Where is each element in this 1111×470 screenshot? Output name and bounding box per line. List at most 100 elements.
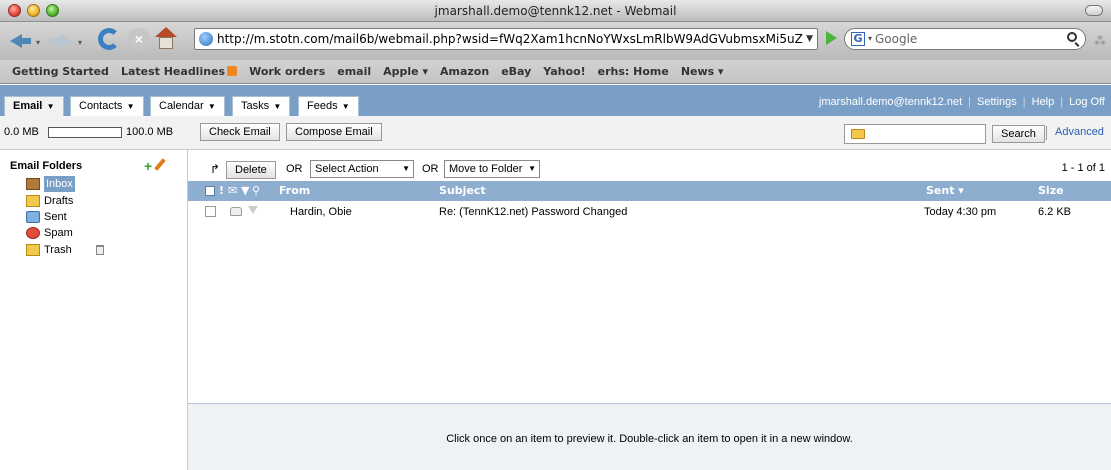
back-button[interactable] [10, 29, 34, 51]
preview-hint: Click once on an item to preview it. Dou… [446, 433, 853, 445]
add-folder-icon[interactable]: + [144, 158, 152, 174]
tab-email[interactable]: Email ▼ [4, 96, 64, 116]
bookmark-latest-headlines[interactable]: Latest Headlines [121, 65, 238, 78]
help-link[interactable]: Help [1032, 96, 1055, 108]
logoff-link[interactable]: Log Off [1069, 96, 1105, 108]
mail-search-input[interactable] [844, 124, 986, 144]
edit-folders-icon[interactable] [154, 158, 166, 171]
toolbar-toggle-button[interactable] [1085, 5, 1103, 16]
message-list-header: ! ✉ ▼ ⚲ From Subject Sent ▾ Size [188, 181, 1111, 201]
message-toolbar: ↱ Delete OR Select Action ▼ OR Move to Fo… [188, 150, 1111, 181]
status-column-icon[interactable]: ✉ [228, 184, 237, 197]
stop-icon[interactable]: × [128, 28, 150, 50]
window-titlebar: jmarshall.demo@tennk12.net - Webmail [0, 0, 1111, 22]
app-nav: Email ▼ Contacts ▼ Calendar ▼ Tasks ▼ Fe… [0, 85, 1111, 116]
forward-history-icon[interactable]: ▾ [78, 38, 82, 47]
chevron-down-icon: ▼ [402, 164, 410, 173]
flag-column-icon[interactable]: ▼ [241, 184, 249, 197]
drafts-folder-icon [26, 195, 40, 207]
bookmark-news[interactable]: News ▾ [681, 65, 724, 78]
url-history-icon[interactable]: ▼ [806, 29, 813, 49]
select-action-dropdown[interactable]: Select Action ▼ [310, 160, 414, 178]
back-history-icon[interactable]: ▾ [36, 38, 40, 47]
bookmark-yahoo[interactable]: Yahoo! [543, 65, 585, 78]
bookmark-getting-started[interactable]: Getting Started [12, 65, 109, 78]
move-to-folder-dropdown[interactable]: Move to Folder ▼ [444, 160, 540, 178]
browser-search-box[interactable]: G ▾ Google [844, 28, 1086, 50]
message-from: Hardin, Obie [290, 206, 352, 218]
reload-icon[interactable] [98, 28, 120, 50]
search-icon[interactable] [1067, 32, 1077, 42]
row-checkbox[interactable] [205, 206, 216, 217]
column-size[interactable]: Size [1038, 184, 1064, 197]
home-icon[interactable] [154, 27, 178, 51]
table-row[interactable]: Hardin, Obie Re: (TennK12.net) Password … [188, 203, 1111, 221]
window-title: jmarshall.demo@tennk12.net - Webmail [434, 4, 677, 18]
google-icon: G [851, 32, 865, 46]
activity-spinner-icon: ⁂ [1094, 34, 1106, 48]
search-placeholder: Google [875, 32, 918, 46]
select-arrow-icon: ↱ [210, 162, 221, 176]
rss-icon [227, 66, 238, 76]
flag-icon[interactable] [248, 206, 258, 214]
compose-email-button[interactable]: Compose Email [286, 123, 382, 141]
bookmark-erhs-home[interactable]: erhs: Home [598, 65, 669, 78]
message-subject: Re: (TennK12.net) Password Changed [439, 206, 628, 218]
preview-pane: Click once on an item to preview it. Dou… [188, 403, 1111, 470]
chevron-down-icon: ▼ [205, 102, 216, 111]
tab-tasks[interactable]: Tasks ▼ [232, 96, 291, 116]
url-text: http://m.stotn.com/mail6b/webmail.php?ws… [217, 32, 803, 46]
bookmark-email[interactable]: email [337, 65, 371, 78]
tab-contacts[interactable]: Contacts ▼ [70, 96, 144, 116]
folders-heading: Email Folders [10, 160, 83, 172]
attachment-column-icon[interactable]: ⚲ [252, 184, 260, 197]
site-icon [199, 32, 213, 46]
chevron-down-icon: ▼ [44, 102, 55, 111]
quota-progress-bar [48, 127, 122, 138]
spam-icon [26, 227, 40, 239]
empty-trash-icon[interactable] [96, 245, 104, 255]
sent-icon [26, 211, 40, 223]
browser-toolbar: ▾ ▾ × http://m.stotn.com/mail6b/webmail.… [0, 22, 1111, 60]
search-button[interactable]: Search [992, 125, 1045, 143]
chevron-down-icon: ▼ [271, 102, 282, 111]
mail-actions-bar: 0.0 MB 100.0 MB Check Email Compose Emai… [0, 116, 1111, 150]
select-all-checkbox[interactable] [205, 186, 215, 196]
search-engine-dropdown-icon[interactable]: ▾ [868, 29, 872, 49]
go-icon[interactable] [826, 31, 837, 45]
forward-button[interactable] [50, 29, 74, 51]
bookmarks-bar: Getting Started Latest Headlines Work or… [0, 60, 1111, 84]
search-folder-icon[interactable] [851, 129, 865, 139]
quota-min: 0.0 MB [4, 126, 39, 138]
column-from[interactable]: From [279, 184, 310, 197]
user-email[interactable]: jmarshall.demo@tennk12.net [819, 96, 962, 108]
column-subject[interactable]: Subject [439, 184, 486, 197]
bookmark-amazon[interactable]: Amazon [440, 65, 489, 78]
check-email-button[interactable]: Check Email [200, 123, 280, 141]
chevron-down-icon: ▼ [124, 102, 135, 111]
column-sent[interactable]: Sent ▾ [926, 184, 964, 197]
quota-max: 100.0 MB [126, 126, 174, 138]
user-links: jmarshall.demo@tennk12.net | Settings | Help… [818, 96, 1105, 108]
bookmark-ebay[interactable]: eBay [501, 65, 531, 78]
delete-button[interactable]: Delete [226, 161, 276, 179]
url-bar[interactable]: http://m.stotn.com/mail6b/webmail.php?ws… [194, 28, 818, 50]
inbox-icon [26, 178, 40, 190]
chevron-down-icon: ▼ [528, 164, 536, 173]
message-sent: Today 4:30 pm [924, 206, 997, 218]
read-envelope-icon [230, 207, 242, 216]
message-count: 1 - 1 of 1 [1061, 162, 1105, 174]
or-label: OR [422, 163, 439, 175]
folder-sidebar: Email Folders + Inbox Drafts Sent Spam T… [0, 150, 188, 470]
advanced-search-link[interactable]: Advanced [1055, 126, 1104, 138]
bookmark-work-orders[interactable]: Work orders [249, 65, 325, 78]
tab-feeds[interactable]: Feeds ▼ [298, 96, 359, 116]
trash-folder-icon [26, 244, 40, 256]
chevron-down-icon: ▼ [339, 102, 350, 111]
tab-calendar[interactable]: Calendar ▼ [150, 96, 225, 116]
or-label: OR [286, 163, 303, 175]
settings-link[interactable]: Settings [977, 96, 1017, 108]
bookmark-apple[interactable]: Apple ▾ [383, 65, 428, 78]
priority-column-icon[interactable]: ! [219, 184, 224, 197]
message-size: 6.2 KB [1038, 206, 1072, 218]
